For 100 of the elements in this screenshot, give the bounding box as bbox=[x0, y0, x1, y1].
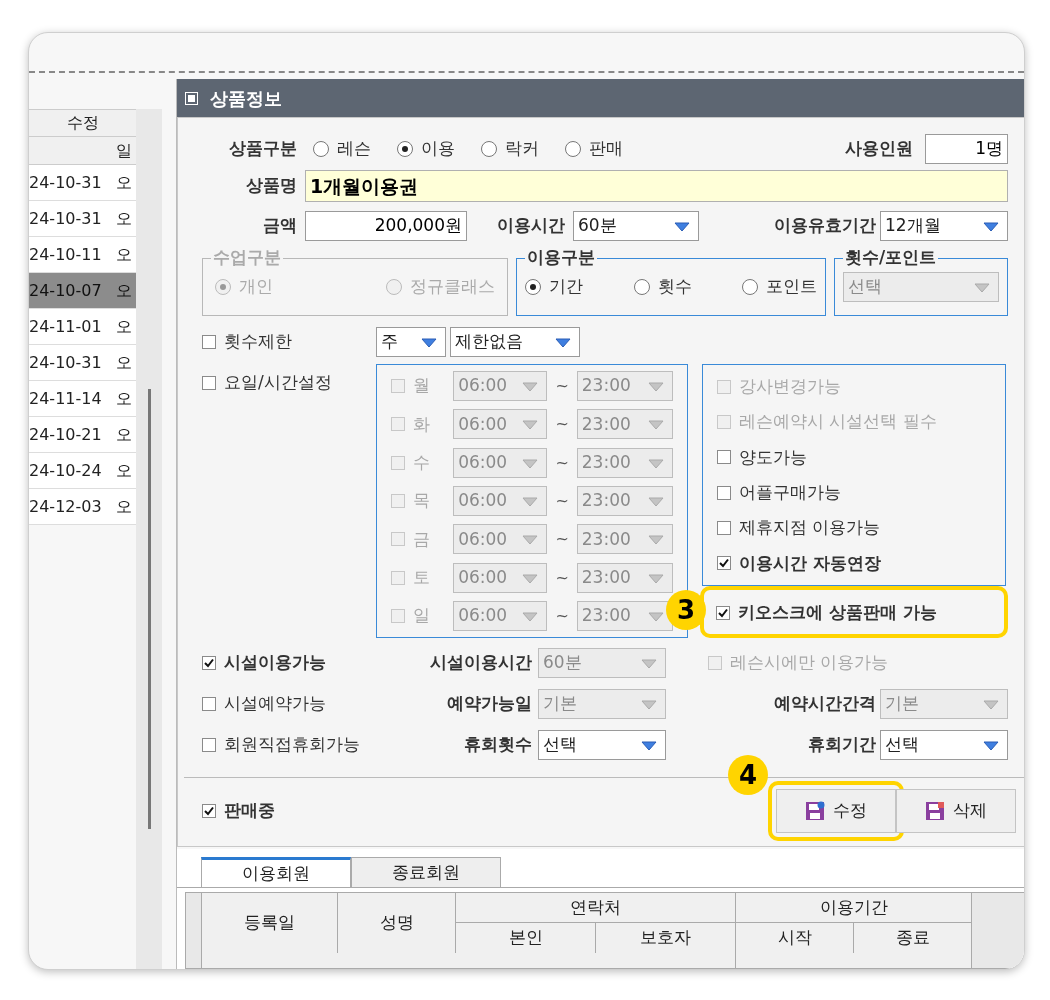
range-separator: ~ bbox=[555, 528, 569, 551]
field-label: 이용유효기간 bbox=[774, 214, 876, 238]
checkbox-label: 판매중 bbox=[224, 799, 275, 823]
dropdown-arrow-icon bbox=[522, 571, 539, 584]
table-row[interactable]: 24-11-14 오 bbox=[29, 381, 136, 417]
date-cell-text: 24-12-03 bbox=[29, 495, 102, 518]
checkbox-label: 금 bbox=[413, 527, 430, 551]
table-row[interactable]: 24-10-31 오 bbox=[29, 165, 136, 201]
checkbox-label: 목 bbox=[413, 489, 430, 513]
edit-button[interactable]: 수정 bbox=[776, 789, 896, 833]
radio-button[interactable] bbox=[397, 141, 413, 157]
checkbox[interactable] bbox=[202, 804, 216, 818]
radio-button[interactable] bbox=[313, 141, 329, 157]
checkbox[interactable] bbox=[717, 520, 731, 535]
checkbox-label: 양도가능 bbox=[739, 445, 807, 469]
table-row[interactable]: 24-11-01 오 bbox=[29, 309, 136, 345]
dropdown[interactable]: 선택 bbox=[880, 729, 1008, 760]
checkbox-label: 강사변경가능 bbox=[739, 374, 841, 398]
date-cell-text: 24-11-01 bbox=[29, 315, 102, 338]
field-label: 예약가능일 bbox=[447, 691, 532, 715]
field-label: 금액 bbox=[263, 214, 297, 238]
checkbox[interactable] bbox=[717, 450, 731, 465]
field-label: 이용시간 bbox=[497, 215, 565, 236]
group-title: 수업구분 bbox=[211, 247, 283, 267]
checkbox[interactable] bbox=[202, 335, 216, 349]
product-name-field[interactable]: 1개월이용권 bbox=[305, 170, 1008, 202]
radio-label: 이용 bbox=[421, 137, 455, 161]
dropdown-arrow-icon bbox=[522, 380, 539, 393]
checkbox[interactable] bbox=[717, 485, 731, 500]
table-row[interactable]: 24-10-31 오 bbox=[29, 201, 136, 237]
group-title: 횟수/포인트 bbox=[843, 247, 939, 267]
dropdown-arrow-icon bbox=[648, 533, 664, 546]
field-label: 시설이용시간 bbox=[430, 650, 532, 674]
table-row[interactable]: 24-10-11 오 bbox=[29, 237, 136, 273]
checkbox[interactable] bbox=[717, 556, 731, 571]
dropdown[interactable]: 선택 bbox=[538, 729, 666, 760]
range-separator: ~ bbox=[555, 375, 569, 398]
dropdown[interactable]: 주 bbox=[376, 327, 446, 357]
table-row[interactable]: 24-10-21 오 bbox=[29, 417, 136, 453]
tab[interactable]: 이용회원 bbox=[201, 857, 351, 887]
column-header: 등록일 bbox=[202, 893, 338, 953]
column-header: 종료 bbox=[894, 926, 931, 950]
time-cell-text: 오 bbox=[116, 387, 132, 410]
radio-button[interactable] bbox=[481, 141, 497, 157]
time-cell-text: 오 bbox=[116, 495, 132, 518]
radio-button[interactable] bbox=[742, 279, 758, 295]
dropdown-arrow-icon bbox=[421, 336, 437, 348]
checkbox[interactable] bbox=[202, 655, 216, 670]
field-label: 상품구분 bbox=[229, 137, 297, 161]
field-label: 휴회횟수 bbox=[464, 732, 532, 756]
range-separator: ~ bbox=[555, 604, 569, 627]
delete-button[interactable]: 삭제 bbox=[896, 789, 1016, 833]
dropdown-arrow-icon bbox=[648, 456, 664, 469]
dropdown-arrow-icon bbox=[648, 380, 664, 393]
checkbox[interactable] bbox=[202, 375, 216, 390]
checkbox[interactable] bbox=[202, 737, 216, 752]
checkbox-label: 월 bbox=[413, 374, 430, 398]
checkbox-label: 시설이용가능 bbox=[224, 650, 326, 674]
dropdown-arrow-icon bbox=[648, 495, 664, 507]
radio-button[interactable] bbox=[633, 279, 650, 295]
table-row[interactable]: 24-10-24 오 bbox=[29, 453, 136, 489]
time-cell-text: 오 bbox=[116, 279, 132, 302]
date-cell-text: 24-10-24 bbox=[29, 459, 102, 482]
dropdown-arrow-icon bbox=[522, 533, 539, 546]
column-header: 시작 bbox=[736, 923, 854, 953]
radio-button[interactable] bbox=[565, 141, 581, 157]
radio-label: 포인트 bbox=[766, 275, 817, 299]
field-label: 휴회기간 bbox=[808, 732, 876, 756]
time-cell-text: 오 bbox=[116, 423, 132, 446]
table-row[interactable]: 24-10-31 오 bbox=[29, 345, 136, 381]
radio-label: 레슨 bbox=[337, 137, 371, 161]
time-cell-text: 오 bbox=[116, 243, 132, 266]
checkbox-label: 제휴지점 이용가능 bbox=[739, 516, 881, 540]
table-row[interactable]: 24-10-07 오 bbox=[29, 273, 136, 309]
column-header: 연락처 bbox=[456, 893, 735, 923]
tab[interactable]: 종료회원 bbox=[351, 857, 501, 887]
scrollbar[interactable] bbox=[147, 389, 151, 829]
checkbox-label: 횟수제한 bbox=[224, 330, 292, 354]
radio-button[interactable] bbox=[525, 279, 541, 295]
step-badge: 4 bbox=[728, 755, 768, 795]
dropdown-arrow-icon bbox=[641, 738, 657, 751]
dropdown-arrow-icon bbox=[674, 220, 690, 232]
checkbox[interactable] bbox=[202, 696, 216, 711]
collapse-icon[interactable] bbox=[185, 91, 198, 105]
dropdown[interactable]: 60분 bbox=[573, 211, 699, 241]
users-field[interactable]: 1명 bbox=[925, 134, 1008, 164]
dropdown[interactable]: 12개월 bbox=[880, 211, 1008, 241]
checkbox[interactable] bbox=[716, 605, 730, 620]
date-cell-text: 24-10-31 bbox=[29, 207, 102, 230]
time-cell-text: 오 bbox=[116, 171, 132, 194]
dropdown-arrow-icon bbox=[641, 697, 657, 710]
field-label: 예약시간간격 bbox=[774, 691, 876, 715]
column-header: 일 bbox=[29, 137, 136, 165]
dropdown-arrow-icon bbox=[648, 609, 664, 622]
table-row[interactable]: 24-12-03 오 bbox=[29, 489, 136, 525]
checkbox-label: 레슨시에만 이용가능 bbox=[730, 650, 889, 674]
dropdown[interactable]: 제한없음 bbox=[450, 327, 580, 357]
price-field[interactable]: 200,000원 bbox=[305, 211, 467, 241]
range-separator: ~ bbox=[555, 413, 569, 436]
dropdown-arrow-icon bbox=[522, 495, 539, 507]
